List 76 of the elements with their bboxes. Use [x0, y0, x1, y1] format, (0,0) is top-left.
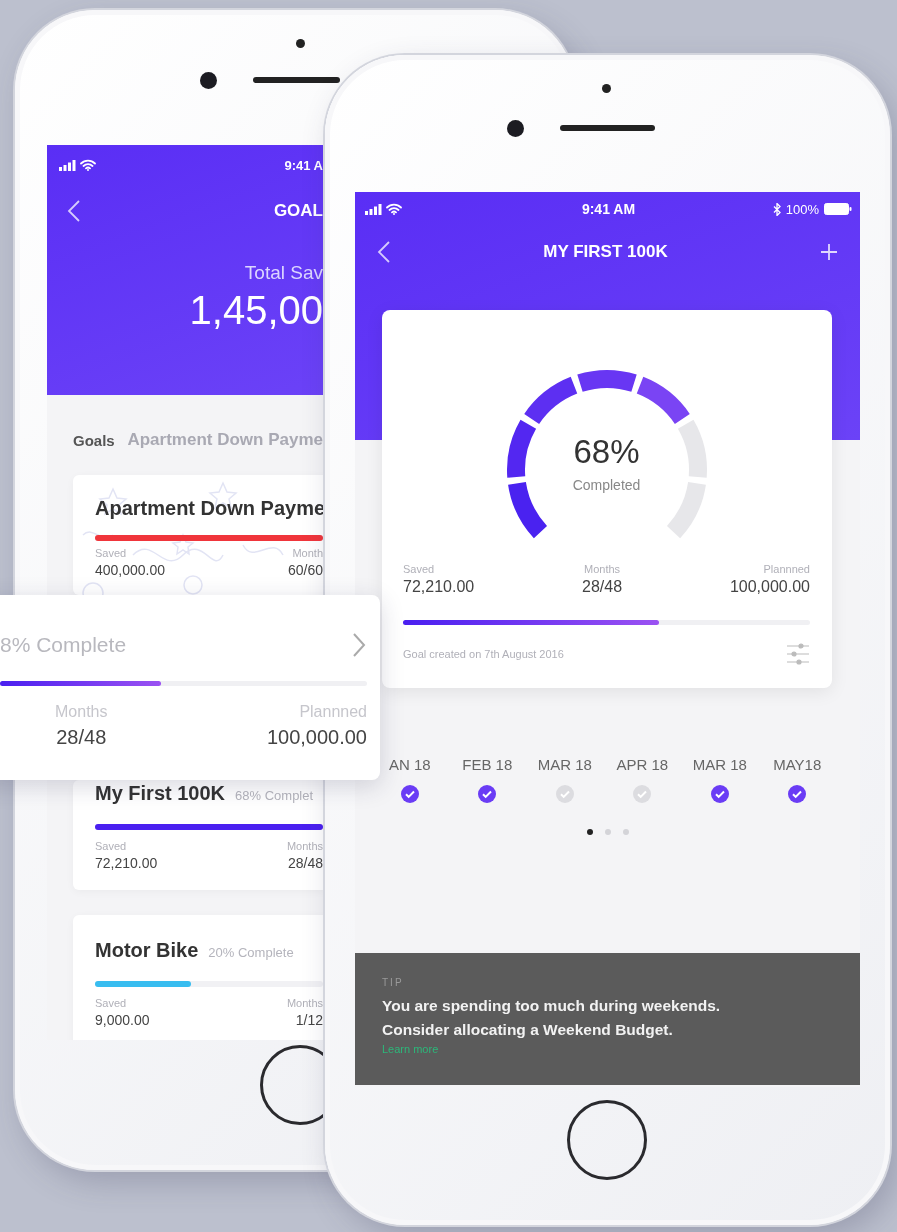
stat-label: Month — [292, 547, 323, 559]
page-dot[interactable] — [622, 829, 629, 835]
stat-value: 28/48 — [582, 578, 623, 596]
stat-value: 400,000.00 — [95, 562, 166, 578]
goal-title: My First 100K — [95, 782, 226, 805]
percent-value: 68% — [573, 433, 640, 471]
tip-message: You are spending too much during weekends. Consider allocating a Weekend Budget. — [382, 996, 722, 1040]
goal-card[interactable]: My First 100K 68% Complet Saved 72,210.00 Months 28/48 — [73, 780, 325, 890]
check-icon[interactable] — [478, 785, 497, 803]
total-label: Total Sav — [244, 262, 324, 284]
total-amount: 1,45,00 — [189, 288, 324, 333]
stat-label: Plannned — [299, 703, 367, 721]
page-dot[interactable] — [604, 829, 611, 835]
goal-title: Apartment Down Payme — [95, 497, 325, 520]
stat-value: 28/48 — [56, 726, 107, 749]
back-icon[interactable] — [377, 240, 391, 264]
check-icon[interactable] — [555, 785, 574, 803]
tip-label: TIP — [382, 977, 405, 988]
stat-value: 100,000.00 — [729, 578, 810, 596]
goal-title: Motor Bike — [95, 939, 199, 962]
month-label: MAR 18 — [537, 756, 592, 773]
month-label: APR 18 — [616, 756, 669, 773]
check-icon[interactable] — [633, 785, 652, 803]
sensor-dot — [296, 39, 305, 48]
screen-title: GOAL — [273, 201, 323, 221]
stat-label: Months — [584, 563, 621, 575]
created-date: Goal created on 7th August 2016 — [403, 648, 564, 660]
battery-percent: 100% — [785, 201, 819, 217]
stat-value: 9,000.00 — [95, 1012, 150, 1028]
stat-value: 100,000.00 — [266, 726, 367, 749]
stat-label: Saved — [95, 997, 128, 1009]
stat-label: Saved — [95, 547, 128, 559]
sensor-dot — [602, 84, 611, 93]
stat-value: 72,210.00 — [95, 855, 158, 871]
check-icon[interactable] — [710, 785, 729, 803]
check-icon[interactable] — [400, 785, 419, 803]
stat-label: Months — [286, 840, 323, 852]
completion-text: 8% Complete — [0, 633, 127, 657]
completion-text: 20% Complete — [208, 945, 294, 960]
add-icon[interactable] — [820, 243, 838, 261]
percent-caption: Completed — [572, 477, 641, 493]
completion-text: 68% Complet — [235, 788, 314, 803]
back-icon[interactable] — [67, 199, 81, 223]
sliders-icon[interactable] — [786, 643, 810, 665]
month-label: FEB 18 — [462, 756, 513, 773]
goal-card[interactable]: 8% Complete Months 28/48 Plannned 100,000.00 — [0, 595, 380, 780]
check-icon[interactable] — [788, 785, 807, 803]
signal-icon — [59, 159, 76, 171]
camera-lens — [200, 72, 217, 89]
signal-icon — [365, 203, 382, 215]
goal-card[interactable]: Apartment Down Payme Saved 400,000.00 Month 60/60 — [73, 475, 325, 595]
stat-label: Months — [286, 997, 323, 1009]
camera-lens — [507, 120, 524, 137]
section-label: Goals — [73, 431, 115, 449]
stat-value: 72,210.00 — [403, 578, 475, 596]
stat-label: Plannned — [763, 563, 810, 575]
status-time: 9:41 A — [284, 157, 323, 173]
battery-icon — [824, 203, 852, 215]
faded-title: Apartment Down Payme — [127, 430, 324, 450]
goal-card[interactable]: Motor Bike 20% Complete Saved 9,000.00 Months 1/12 — [73, 915, 325, 1040]
screen-title: MY FIRST 100K — [543, 242, 668, 262]
month-label: MAR 18 — [692, 756, 747, 773]
wifi-icon — [80, 159, 96, 171]
wifi-icon — [386, 203, 402, 215]
stat-value: 60/60 — [287, 562, 323, 578]
status-time: 9:41 AM — [581, 201, 636, 217]
stat-value: 28/48 — [287, 855, 323, 871]
home-button[interactable] — [567, 1100, 647, 1180]
bluetooth-icon — [772, 202, 781, 216]
stat-label: Saved — [95, 840, 128, 852]
month-label: MAY18 — [773, 756, 822, 773]
page-dot[interactable] — [586, 829, 593, 835]
stat-label: Months — [55, 703, 108, 721]
stat-label: Saved — [403, 563, 435, 575]
month-label: AN 18 — [388, 756, 431, 773]
stat-value: 1/12 — [295, 1012, 323, 1028]
